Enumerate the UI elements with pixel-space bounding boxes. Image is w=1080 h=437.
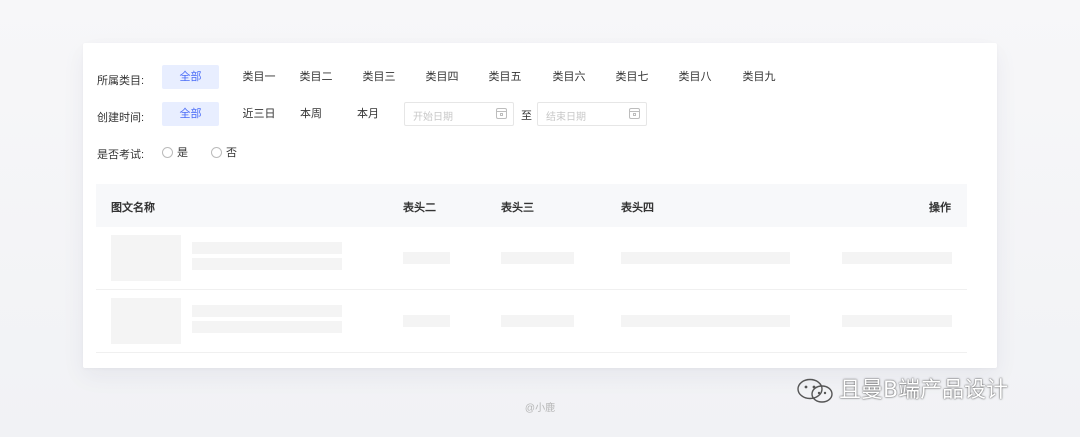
skeleton-cell <box>501 252 574 264</box>
table-header: 图文名称 表头二 表头三 表头四 操作 <box>96 184 967 227</box>
skeleton-line <box>192 321 342 333</box>
thumbnail-placeholder <box>111 298 181 344</box>
skeleton-line <box>192 258 342 270</box>
date-range-separator: 至 <box>521 110 532 122</box>
skeleton-cell <box>403 315 450 327</box>
category-filter-row: 所属类目: 全部 类目一 类目二 类目三 类目四 类目五 类目六 类目七 类目八… <box>83 65 997 93</box>
skeleton-actions <box>842 252 952 264</box>
skeleton-cell <box>621 315 790 327</box>
exam-filter-row: 是否考试: 是 否 <box>83 144 997 172</box>
category-option-8[interactable]: 类目八 <box>675 65 715 89</box>
start-date-input[interactable]: 开始日期 <box>404 102 514 126</box>
category-option-6[interactable]: 类目六 <box>549 65 589 89</box>
column-header-2: 表头二 <box>403 202 436 214</box>
time-option-all[interactable]: 全部 <box>162 102 219 126</box>
start-date-placeholder: 开始日期 <box>413 112 453 123</box>
exam-radio-yes-label: 是 <box>177 147 188 159</box>
category-option-all[interactable]: 全部 <box>162 65 219 89</box>
table-row[interactable] <box>96 227 967 290</box>
exam-radio-yes[interactable]: 是 <box>162 144 188 160</box>
wechat-icon <box>795 377 835 405</box>
content-table: 图文名称 表头二 表头三 表头四 操作 <box>96 184 967 353</box>
end-date-input[interactable]: 结束日期 <box>537 102 647 126</box>
skeleton-line <box>192 305 342 317</box>
skeleton-cell <box>403 252 450 264</box>
exam-radio-no[interactable]: 否 <box>211 144 237 160</box>
category-option-3[interactable]: 类目三 <box>359 65 399 89</box>
calendar-icon[interactable] <box>629 108 640 119</box>
category-option-1[interactable]: 类目一 <box>239 65 279 89</box>
created-time-filter-row: 创建时间: 全部 近三日 本周 本月 开始日期 至 结束日期 <box>83 102 997 130</box>
category-option-7[interactable]: 类目七 <box>612 65 652 89</box>
category-option-4[interactable]: 类目四 <box>422 65 462 89</box>
category-option-9[interactable]: 类目九 <box>739 65 779 89</box>
time-option-this-week[interactable]: 本周 <box>296 102 326 126</box>
radio-circle-icon[interactable] <box>211 147 222 158</box>
skeleton-cell <box>501 315 574 327</box>
end-date-placeholder: 结束日期 <box>546 112 586 123</box>
column-header-title: 图文名称 <box>111 202 155 214</box>
exam-radio-no-label: 否 <box>226 147 237 159</box>
category-option-2[interactable]: 类目二 <box>296 65 336 89</box>
skeleton-cell <box>621 252 790 264</box>
time-option-last-three-days[interactable]: 近三日 <box>239 102 279 126</box>
skeleton-actions <box>842 315 952 327</box>
time-option-this-month[interactable]: 本月 <box>353 102 383 126</box>
column-header-3: 表头三 <box>501 202 534 214</box>
table-row[interactable] <box>96 290 967 353</box>
category-option-5[interactable]: 类目五 <box>485 65 525 89</box>
radio-circle-icon[interactable] <box>162 147 173 158</box>
exam-filter-label: 是否考试: <box>97 149 145 161</box>
calendar-icon[interactable] <box>496 108 507 119</box>
category-filter-label: 所属类目: <box>97 75 145 87</box>
filter-table-card: 所属类目: 全部 类目一 类目二 类目三 类目四 类目五 类目六 类目七 类目八… <box>83 43 997 368</box>
skeleton-line <box>192 242 342 254</box>
created-time-filter-label: 创建时间: <box>97 112 145 124</box>
watermark: 且曼B端产品设计 <box>795 372 1008 406</box>
watermark-text: 且曼B端产品设计 <box>839 378 1009 403</box>
column-header-actions: 操作 <box>929 202 951 214</box>
thumbnail-placeholder <box>111 235 181 281</box>
column-header-4: 表头四 <box>621 202 654 214</box>
